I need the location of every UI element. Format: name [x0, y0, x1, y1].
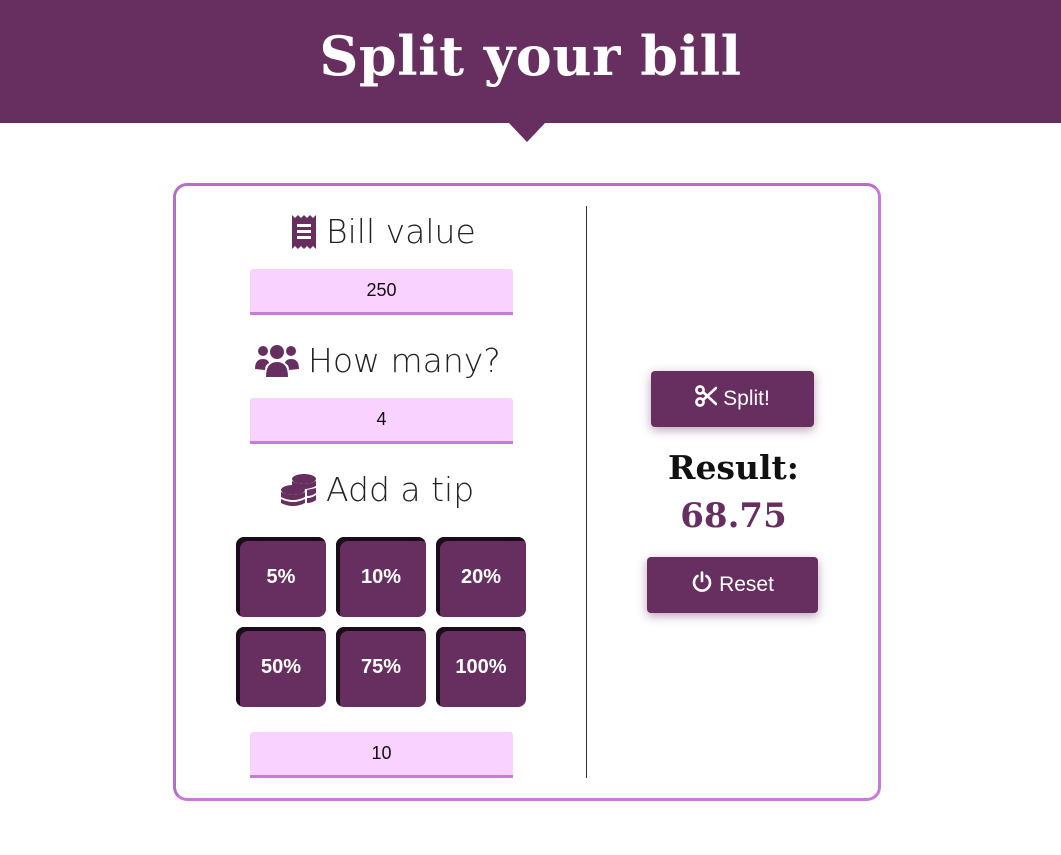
power-icon	[691, 571, 713, 599]
reset-button[interactable]: Reset	[647, 557, 818, 613]
header-bar: Split your bill	[0, 0, 1061, 123]
tip-label: Add a tip	[326, 470, 475, 509]
split-button-label: Split!	[723, 387, 770, 410]
tip-label-row: Add a tip	[280, 470, 474, 509]
tip-10-button[interactable]: 10%	[336, 537, 426, 617]
bill-label-row: Bill value	[290, 212, 476, 251]
tip-20-button[interactable]: 20%	[436, 537, 526, 617]
page-title: Split your bill	[319, 24, 742, 88]
coins-icon	[280, 472, 318, 508]
reset-button-label: Reset	[719, 573, 774, 596]
result-value: 68.75	[680, 496, 787, 536]
tip-75-button[interactable]: 75%	[336, 627, 426, 707]
people-label-row: How many?	[254, 341, 501, 380]
people-count-input[interactable]	[250, 398, 513, 444]
tip-50-button[interactable]: 50%	[236, 627, 326, 707]
column-divider	[586, 206, 587, 778]
result-label: Result:	[668, 448, 799, 487]
bill-value-input[interactable]	[250, 269, 513, 315]
bill-label: Bill value	[326, 212, 476, 251]
users-icon	[254, 343, 300, 379]
receipt-icon	[290, 214, 318, 250]
tip-100-button[interactable]: 100%	[436, 627, 526, 707]
header-notch	[508, 122, 546, 142]
scissors-icon	[695, 385, 718, 413]
tip-5-button[interactable]: 5%	[236, 537, 326, 617]
people-label: How many?	[308, 341, 501, 380]
split-button[interactable]: Split!	[651, 371, 814, 427]
custom-tip-input[interactable]	[250, 732, 513, 778]
